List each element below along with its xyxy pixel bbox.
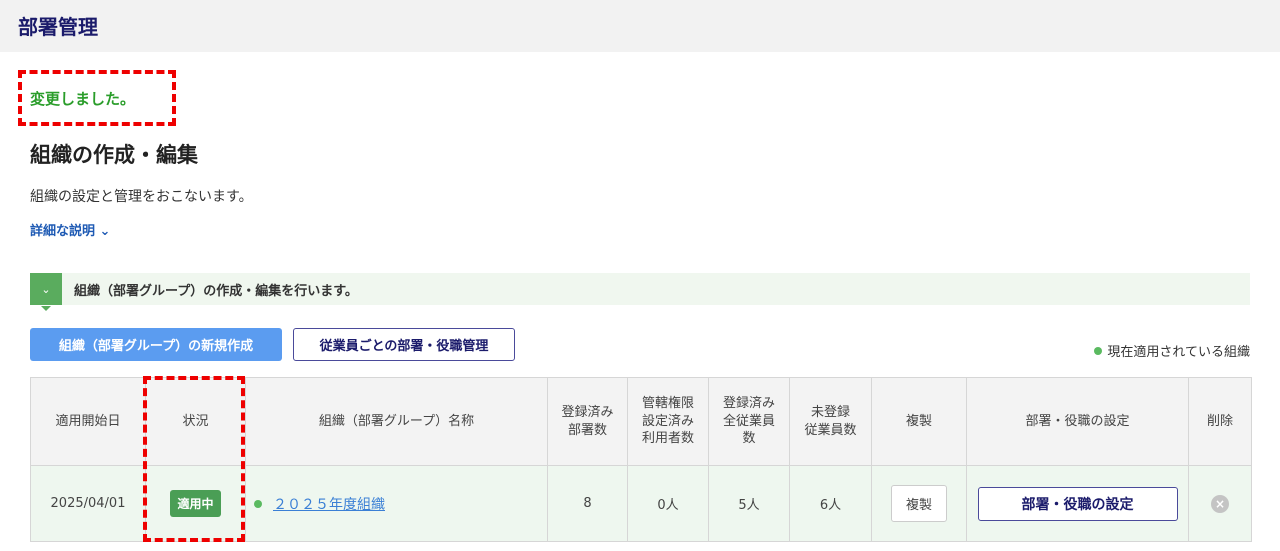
- column-header-line: 削除: [1206, 413, 1233, 429]
- header-title: 部署管理: [18, 15, 98, 39]
- flash-message: 変更しました。: [18, 70, 176, 126]
- department-settings-button[interactable]: 部署・役職の設定: [977, 486, 1178, 521]
- column-header-line: 状況: [182, 413, 209, 429]
- column-header-line: 設定済み: [641, 413, 694, 429]
- chevron-down-icon[interactable]: ⌄: [30, 273, 62, 311]
- green-dot-icon: [1094, 347, 1103, 355]
- column-header-line: 複製: [905, 413, 932, 429]
- column-header: 登録済み 全従業員数: [708, 377, 790, 466]
- status-cell: 適用中: [145, 465, 246, 542]
- column-header-line: 部署・役職の設定: [1025, 413, 1130, 429]
- column-header-line: 従業員数: [804, 422, 857, 438]
- column-header: 部署・役職の設定: [966, 377, 1189, 466]
- column-header-line: 登録済み: [722, 396, 775, 412]
- info-bar: ⌄ 組織（部署グループ）の作成・編集を行います。: [30, 273, 1250, 311]
- page-header: 部署管理: [0, 0, 1280, 52]
- column-header: 組織（部署グループ）名称: [245, 377, 548, 466]
- copy-button[interactable]: 複製: [890, 485, 947, 522]
- table-header-row: 適用開始日 状況 組織（部署グループ）名称 登録済み 部署数 管轄権限 設定済み 利用者数 登録…: [30, 377, 1252, 466]
- organization-name-link[interactable]: ２０２５年度組織: [273, 497, 385, 513]
- organization-table: 適用開始日 状況 組織（部署グループ）名称 登録済み 部署数 管轄権限 設定済み 利用者数 登録…: [30, 377, 1252, 542]
- page-title: 組織の作成・編集: [30, 143, 198, 167]
- table-row: 2025/04/01 適用中 ２０２５年度組織 8 0人 5人 6人 複製 部署…: [30, 465, 1252, 542]
- column-header-line: 数: [742, 431, 756, 447]
- copy-cell: 複製: [871, 465, 967, 542]
- settings-cell: 部署・役職の設定: [966, 465, 1189, 542]
- details-link[interactable]: 詳細な説明 ⌄: [30, 220, 110, 239]
- managers-cell: 0人: [627, 465, 709, 542]
- column-header-line: 組織（部署グループ）名称: [318, 413, 475, 429]
- column-header-line: 全従業員: [722, 413, 775, 429]
- departments-cell: 8: [547, 465, 628, 542]
- current-dot-icon: [254, 499, 262, 508]
- employees-cell: 5人: [708, 465, 790, 542]
- column-header-line: 管轄権限: [641, 396, 694, 412]
- status-badge: 適用中: [170, 490, 221, 517]
- legend: 現在適用されている組織: [1094, 341, 1250, 360]
- column-header-line: 利用者数: [641, 431, 694, 447]
- details-link-label: 詳細な説明: [30, 224, 96, 239]
- delete-cell: ×: [1188, 465, 1252, 542]
- column-header: 未登録 従業員数: [789, 377, 872, 466]
- legend-label: 現在適用されている組織: [1107, 345, 1250, 360]
- column-header: 複製: [871, 377, 967, 466]
- column-header: 管轄権限 設定済み利用者数: [627, 377, 709, 466]
- unregistered-cell: 6人: [789, 465, 872, 542]
- column-header: 登録済み 部署数: [547, 377, 628, 466]
- column-header-line: 未登録: [810, 404, 850, 420]
- name-cell: ２０２５年度組織: [245, 465, 548, 542]
- employee-department-management-button[interactable]: 従業員ごとの部署・役職管理: [293, 328, 515, 361]
- column-header-line: 登録済み: [561, 404, 614, 420]
- start-date-cell: 2025/04/01: [30, 465, 146, 542]
- column-header: 削除: [1188, 377, 1252, 466]
- column-header-line: 部署数: [567, 422, 607, 438]
- column-header-line: 適用開始日: [55, 413, 121, 429]
- delete-icon[interactable]: ×: [1211, 494, 1229, 513]
- column-header: 適用開始日: [30, 377, 146, 466]
- page-description: 組織の設定と管理をおこないます。: [30, 189, 253, 205]
- info-text: 組織（部署グループ）の作成・編集を行います。: [74, 283, 358, 299]
- create-organization-button[interactable]: 組織（部署グループ）の新規作成: [30, 328, 282, 361]
- column-header: 状況: [145, 377, 246, 466]
- chevron-down-icon: ⌄: [99, 224, 111, 239]
